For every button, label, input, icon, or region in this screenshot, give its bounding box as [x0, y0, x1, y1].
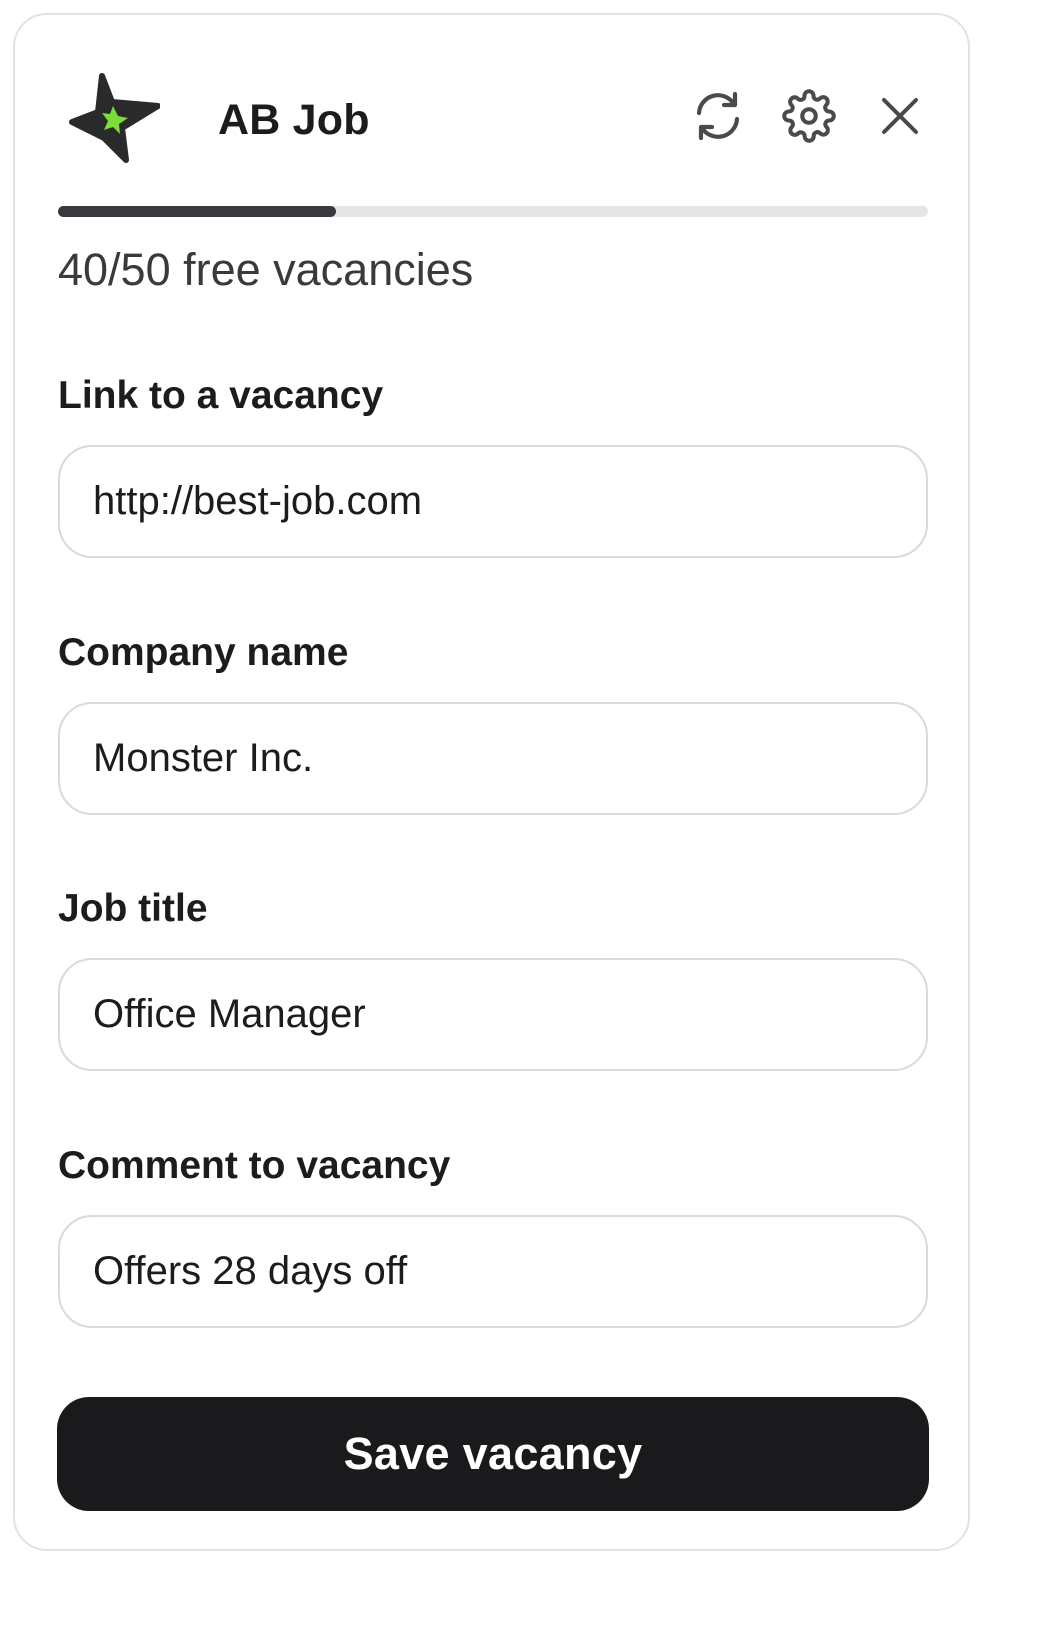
- settings-button[interactable]: [779, 86, 839, 146]
- refresh-button[interactable]: [688, 86, 748, 146]
- close-button[interactable]: [870, 86, 930, 146]
- refresh-icon: [696, 91, 740, 141]
- vacancy-quota-text: 40/50 free vacancies: [58, 244, 474, 295]
- app-title: AB Job: [218, 96, 370, 144]
- job-title-input[interactable]: [58, 958, 928, 1071]
- vacancy-quota-progress-fill: [58, 206, 337, 217]
- link-label: Link to a vacancy: [58, 374, 384, 417]
- company-name-label: Company name: [58, 631, 349, 674]
- save-vacancy-button[interactable]: Save vacancy: [57, 1397, 929, 1511]
- close-icon: [882, 98, 918, 134]
- company-name-input[interactable]: [58, 702, 928, 815]
- header: AB Job: [58, 68, 928, 168]
- gear-icon: [782, 89, 836, 143]
- job-title-label: Job title: [58, 887, 208, 930]
- vacancy-quota-progress: [58, 206, 928, 217]
- comment-input[interactable]: [58, 1215, 928, 1328]
- comment-label: Comment to vacancy: [58, 1144, 451, 1187]
- link-input[interactable]: [58, 445, 928, 558]
- star-logo-icon: [68, 72, 161, 164]
